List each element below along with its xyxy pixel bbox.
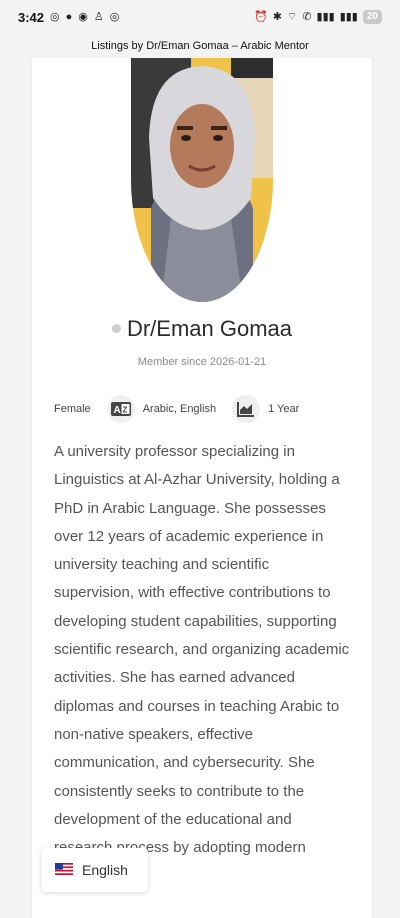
profile-name: Dr/Eman Gomaa bbox=[126, 316, 293, 341]
call-icon: ✆ bbox=[302, 10, 312, 23]
avatar bbox=[131, 58, 273, 302]
language-switcher-button[interactable]: English bbox=[42, 848, 148, 892]
status-left: 3:42 ◎ ● ◉ ♙ ◎ bbox=[18, 10, 119, 25]
bluetooth-icon: ✱ bbox=[272, 10, 282, 23]
browser-icon: ◉ bbox=[78, 10, 88, 23]
signal-icon: ▮▮▮ bbox=[339, 10, 358, 23]
language-switcher-label: English bbox=[82, 862, 128, 878]
us-flag-icon bbox=[55, 862, 73, 878]
signal-icon: ▮▮▮ bbox=[316, 10, 335, 23]
profile-card: Dr/Eman Gomaa Member since 2026-01-21 Fe… bbox=[31, 58, 373, 918]
member-since: Member since 2026-01-21 bbox=[137, 356, 267, 368]
experience-label: 1 Year bbox=[268, 403, 300, 415]
page-title: Listings by Dr/Eman Gomaa – Arabic Mento… bbox=[0, 34, 400, 58]
avatar-image bbox=[131, 58, 273, 302]
svg-text:A: A bbox=[113, 405, 120, 416]
languages-label: Arabic, English bbox=[142, 403, 217, 415]
chart-icon bbox=[232, 395, 261, 423]
svg-text:Z: Z bbox=[122, 406, 127, 415]
wifi-icon: ⌔ bbox=[286, 10, 298, 23]
accessibility-icon: ♙ bbox=[93, 10, 104, 23]
status-bar: 3:42 ◎ ● ◉ ♙ ◎ ⏰ ✱ ⌔ ✆ ▮▮▮ ▮▮▮ 20 bbox=[0, 0, 400, 34]
gender-label: Female bbox=[54, 403, 91, 415]
online-status-dot bbox=[111, 323, 121, 333]
status-time: 3:42 bbox=[18, 9, 45, 25]
alarm-icon: ⏰ bbox=[254, 10, 268, 23]
profile-info-row: Female A Z Arabic, English 1 Year bbox=[54, 394, 354, 424]
battery-indicator: 20 bbox=[362, 10, 382, 24]
profile-bio: A university professor specializing in L… bbox=[54, 443, 350, 884]
whatsapp-icon: ◎ bbox=[109, 10, 120, 23]
status-right: ⏰ ✱ ⌔ ✆ ▮▮▮ ▮▮▮ 20 bbox=[254, 10, 382, 24]
translate-icon: A Z bbox=[106, 395, 135, 423]
app-notification-icon: ● bbox=[65, 10, 73, 23]
profile-name-row: Dr/Eman Gomaa bbox=[32, 316, 372, 342]
whatsapp-icon: ◎ bbox=[50, 10, 60, 23]
